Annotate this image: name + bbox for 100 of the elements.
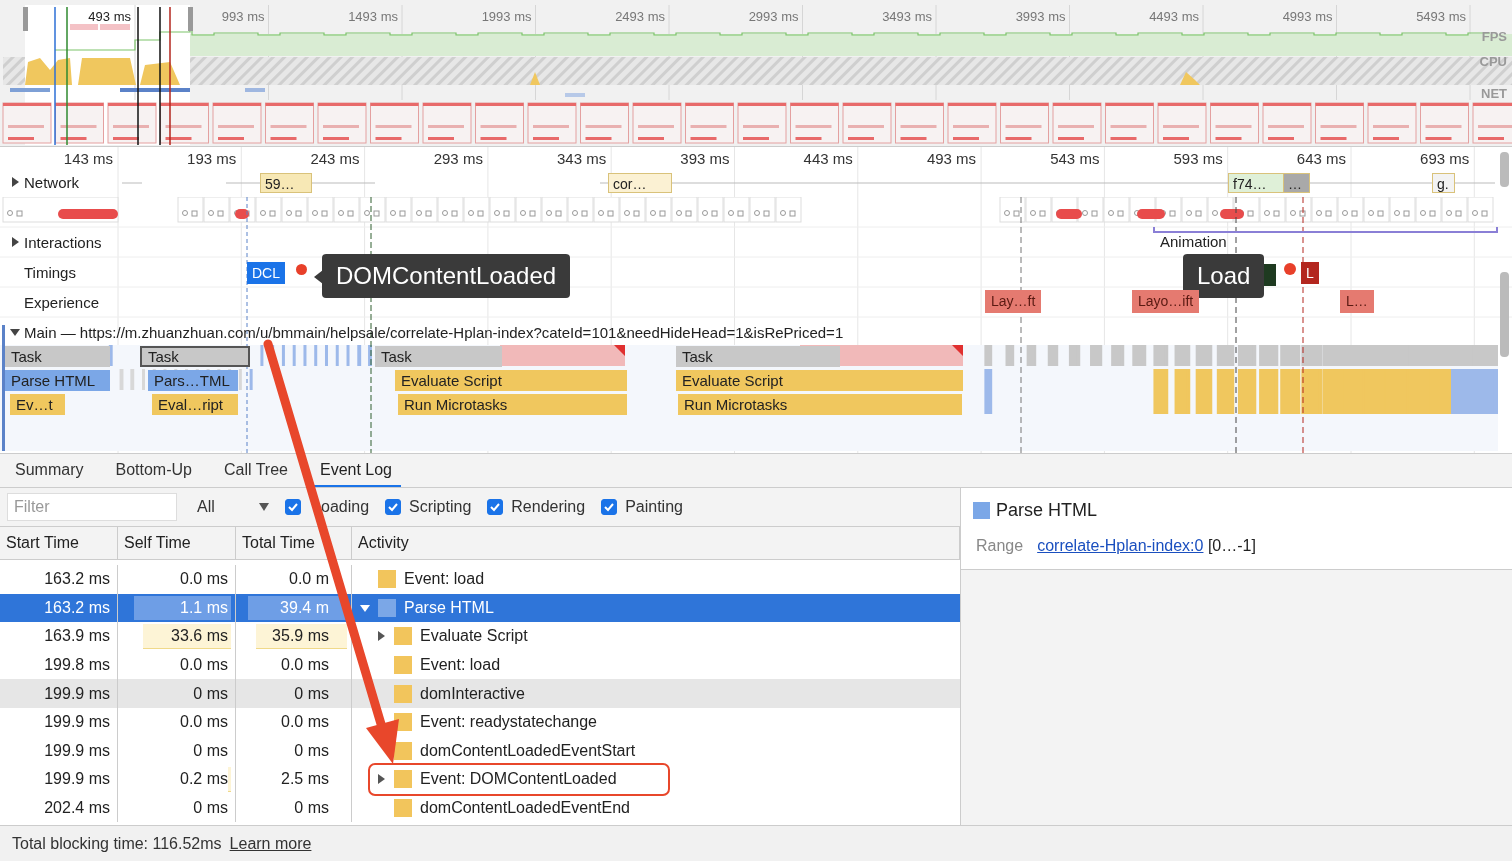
checkbox[interactable] [487,499,504,515]
track-header[interactable]: Network [10,172,79,192]
track-header[interactable]: Interactions [10,232,102,252]
time-label: 293 ms [433,150,483,167]
selection-handles[interactable] [23,7,193,31]
time-label: 543 ms [1050,150,1100,167]
activity-name: Evaluate Script [420,627,528,646]
time-label: 2993 ms [748,9,799,24]
table-row[interactable]: 199.9 ms 0 ms 0 ms domInteractive [0,679,960,708]
track-header[interactable]: Main — https://m.zhuanzhuan.com/u/bmmain/helpsale/correlate-Hplan-index?cateId=101&needHideHead=1&isRePriced=1 [10,322,844,342]
column-header[interactable]: Self Time [118,527,236,559]
network-request[interactable]: f74… [1228,173,1284,193]
table-cell: 0 ms [236,736,352,766]
table-cell: 0.0 ms [118,565,236,594]
checkbox[interactable] [601,499,618,515]
panel-tab[interactable]: Summary [6,454,93,487]
activity-name: domInteractive [420,684,525,703]
time-label: 2493 ms [615,9,665,24]
column-header[interactable]: Activity [352,527,960,559]
flame-block[interactable]: Task [676,346,840,367]
activity-name: domContentLoadedEventEnd [420,799,630,818]
track-label: CPU [1479,54,1507,69]
time-label: 4493 ms [1149,9,1199,24]
table-cell: 0.0 m [236,565,352,594]
track-label: FPS [1481,29,1507,44]
blocking-time: Total blocking time: 116.52ms [12,834,222,853]
collapsed-triangle-icon[interactable] [376,631,386,642]
flame-block[interactable]: Run Microtasks [678,394,962,415]
learn-more-link[interactable]: Learn more [229,834,312,853]
flame-block[interactable]: Pars…TML [148,370,238,391]
range-label: Range [976,537,1024,555]
activity-name: Event: readystatechange [420,713,597,732]
time-label: 243 ms [310,150,360,167]
table-row[interactable]: 163.2 ms 1.1 ms 39.4 m Parse HTML [0,593,960,623]
collapsed-triangle-icon[interactable] [376,774,386,785]
column-header[interactable]: Total Time [236,527,352,559]
expanded-triangle-icon[interactable] [360,602,370,613]
time-label: 643 ms [1296,150,1346,167]
column-header[interactable]: Start Time [0,527,118,559]
time-label: 593 ms [1173,150,1223,167]
table-cell: 2.5 ms [236,765,352,794]
time-label: 443 ms [803,150,853,167]
tooltip-pointer [314,270,323,284]
network-request[interactable]: cor… [608,173,672,193]
table-cell: 163.2 ms [0,593,118,623]
checkbox-label: oading [321,498,370,516]
dot-icon [296,264,307,275]
expanded-triangle-icon[interactable] [10,327,20,337]
checkbox[interactable] [285,499,301,515]
time-label: 5493 ms [1416,9,1466,24]
time-label: 493 ms [88,9,131,24]
flame-block[interactable]: Ev…t [10,394,65,415]
time-label: 393 ms [680,150,730,167]
table-cell: 0 ms [236,679,352,708]
track-label: NET [1481,86,1507,101]
table-row[interactable]: 163.9 ms 33.6 ms 35.9 ms Evaluate Script [0,622,960,651]
network-request[interactable]: g. [1432,173,1455,193]
collapsed-triangle-icon[interactable] [10,237,20,247]
flame-block[interactable]: Evaluate Script [395,370,627,391]
network-request[interactable]: … [1283,173,1310,193]
layout-shift-block[interactable]: Lay…ft [985,290,1042,313]
checkbox-label: Painting [625,498,683,516]
filter-field[interactable]: Filter [7,493,177,521]
table-row[interactable]: 163.2 ms 0.0 ms 0.0 m Event: load [0,565,960,594]
table-cell: 199.9 ms [0,707,118,737]
timing-marker[interactable]: DCL [247,262,285,284]
layout-shift-block[interactable]: L… [1340,290,1374,313]
range-value: [0…-1] [1207,537,1256,554]
table-cell: 33.6 ms [118,622,236,651]
table-cell: 202.4 ms [0,793,118,823]
time-label: 693 ms [1420,150,1470,167]
table-row[interactable]: 199.9 ms 0.2 ms 2.5 ms Event: DOMContentLoaded [0,765,960,794]
flame-block[interactable]: Run Microtasks [398,394,627,415]
table-cell: 0.2 ms [118,765,236,794]
tooltip: DOMContentLoaded [322,254,571,298]
details-title: Parse HTML [996,500,1098,521]
flame-block[interactable]: Evaluate Script [676,370,963,391]
flame-block[interactable]: Eval…ript [152,394,238,415]
source-link[interactable]: correlate-Hplan-index:0 [1037,537,1204,554]
table-cell: 35.9 ms [236,622,352,651]
table-row[interactable]: 202.4 ms 0 ms 0 ms domContentLoadedEventEnd [0,793,960,823]
table-cell: 199.9 ms [0,736,118,766]
flame-block[interactable]: Task [5,346,110,367]
category-dropdown[interactable]: All [189,493,273,521]
flame-block[interactable]: Task [140,346,250,367]
table-cell: 0.0 ms [236,707,352,737]
network-request[interactable]: 59… [260,173,312,193]
checkbox-label: Rendering [511,498,586,516]
table-cell: 199.9 ms [0,765,118,794]
panel-tab[interactable]: Call Tree [214,454,297,487]
checkbox[interactable] [385,499,402,515]
panel-tab[interactable]: Bottom-Up [106,454,201,487]
collapsed-triangle-icon[interactable] [10,177,20,187]
long-task-bars [70,24,130,30]
time-label: 1993 ms [481,9,532,24]
flame-block[interactable]: Task [375,346,502,367]
interaction-label: Animation [1160,233,1227,250]
time-label: 193 ms [187,150,237,167]
flame-block[interactable]: Parse HTML [5,370,110,391]
timing-marker[interactable]: L [1301,262,1319,284]
